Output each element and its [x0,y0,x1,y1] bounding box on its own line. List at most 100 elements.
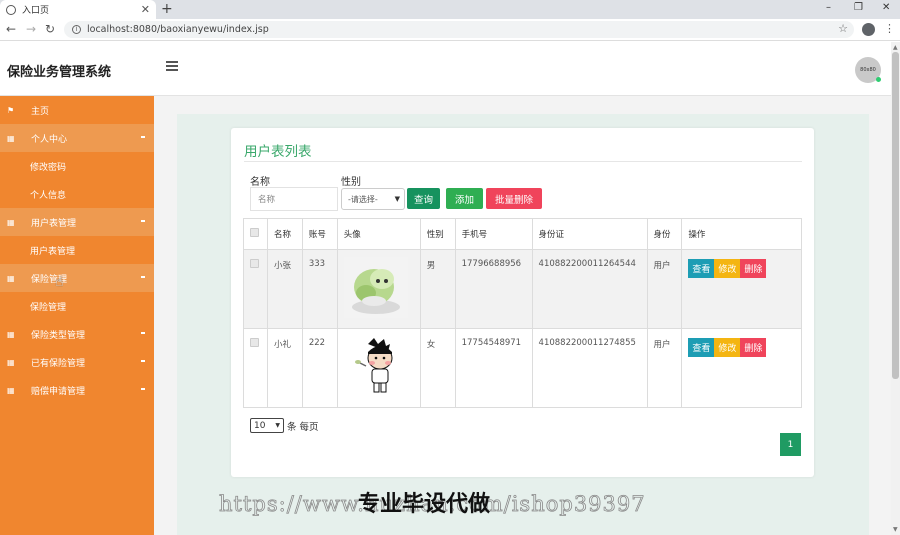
page-size-value: 10 [254,420,266,431]
cell-role: 用户 [646,249,683,329]
batch-delete-button[interactable]: 批量删除 [486,188,542,209]
browser-menu-icon[interactable]: ⋮ [884,22,895,35]
sidebar-item-insurance-type[interactable]: ▦ 保险类型管理 [0,320,154,348]
grid-icon: ▦ [7,273,15,283]
forward-icon[interactable]: → [26,22,36,36]
sidebar-item-existing-insurance[interactable]: ▦ 已有保险管理 [0,348,154,376]
cell-name: 小张 [266,249,303,329]
cell-avatar [336,249,421,329]
view-button[interactable]: 查看 [688,259,715,278]
gender-select[interactable]: -请选择- ▼ [341,188,405,210]
browser-tab[interactable]: 入口页 ✕ [0,0,156,19]
sidebar-subitem-user-management[interactable]: 用户表管理 [0,236,154,264]
minimize-button[interactable]: – [826,0,831,16]
hand-cursor-icon: ☝ [55,274,64,290]
edit-button[interactable]: 修改 [714,338,741,357]
cell-account: 333 [301,249,338,329]
flag-icon: ⚑ [7,105,15,115]
caret-icon [141,388,145,390]
sidebar-item-user-management[interactable]: ▦ 用户表管理 [0,208,154,236]
column-header: 名称 [266,218,303,250]
name-label: 名称 [250,177,270,188]
sidebar-subitem-change-password[interactable]: 修改密码 [0,152,154,180]
sidebar-item-home[interactable]: ⚑ 主页 [0,96,154,124]
avatar-image-cartoon-boy [344,336,408,398]
delete-button[interactable]: 删除 [740,338,767,357]
cell-avatar [336,328,421,408]
sidebar: ⚑ 主页 ▦ 个人中心 修改密码 个人信息 ▦ 用户表管理 用户表管理 ▦ 保险… [0,96,154,535]
gender-label: 性别 [341,177,361,188]
window-close-button[interactable]: ✕ [882,0,890,16]
sidebar-item-label: 赔偿申请管理 [31,386,86,397]
page-scrollbar[interactable]: ▲ ▼ [891,42,900,535]
pagination-page-1[interactable]: 1 [780,433,801,456]
sidebar-item-label: 用户表管理 [31,218,77,229]
header-select-all[interactable] [243,218,268,250]
app-header: 保险业务管理系统 80x80 [0,42,891,96]
grid-icon: ▦ [7,133,15,143]
cell-gender: 男 [419,249,456,329]
watermark-text: 专业毕设代做 [358,492,491,517]
info-icon[interactable]: i [72,25,81,34]
page-size-select[interactable]: 10 ▼ [250,418,284,433]
new-tab-button[interactable]: + [161,0,173,18]
brand-title: 保险业务管理系统 [7,65,112,80]
online-status-dot [876,77,881,82]
caret-icon [141,332,145,334]
table-row: 小张 333 男 17796688956 410882200011264544 … [243,249,802,329]
cell-actions: 查看 修改 删除 [681,328,802,408]
column-header: 身份 [646,218,683,250]
sidebar-item-label: 保险类型管理 [31,330,86,341]
menu-toggle-icon[interactable] [166,61,178,71]
maximize-button[interactable]: ❐ [854,0,863,16]
scrollbar-thumb[interactable] [892,52,899,379]
bookmark-star-icon[interactable]: ☆ [838,22,848,35]
column-header: 操作 [681,218,802,250]
cell-phone: 17796688956 [454,249,533,329]
table-header-row: 名称 账号 头像 性别 手机号 身份证 身份 操作 [243,218,802,250]
view-button[interactable]: 查看 [688,338,715,357]
sidebar-subitem-personal-info[interactable]: 个人信息 [0,180,154,208]
row-checkbox[interactable] [250,259,259,268]
edit-button[interactable]: 修改 [714,259,741,278]
query-button[interactable]: 查询 [407,188,440,209]
sidebar-item-label: 主页 [31,106,50,117]
caret-icon [141,276,145,278]
profile-icon[interactable] [862,23,875,36]
row-checkbox[interactable] [250,338,259,347]
grid-icon: ▦ [7,357,15,367]
cell-id-card: 410882200011264544 [531,249,648,329]
cabbage-illustration [351,269,400,314]
avatar-placeholder-text: 80x80 [860,67,876,73]
back-icon[interactable]: ← [6,22,16,36]
scroll-up-icon[interactable]: ▲ [893,44,898,51]
tab-title: 入口页 [22,6,50,16]
cell-gender: 女 [419,328,456,408]
grid-icon: ▦ [7,217,15,227]
scroll-down-icon[interactable]: ▼ [893,526,898,533]
name-search-input[interactable]: 名称 [250,187,338,211]
cell-phone: 17754548971 [454,328,533,408]
row-select-cell[interactable] [243,328,268,408]
sidebar-item-personal-center[interactable]: ▦ 个人中心 [0,124,154,152]
delete-button[interactable]: 删除 [740,259,767,278]
cell-name: 小礼 [266,328,303,408]
browser-tabbar: 入口页 ✕ + – ❐ ✕ [0,0,900,19]
add-button[interactable]: 添加 [446,188,483,209]
sidebar-item-insurance-management[interactable]: ▦ 保险管理 [0,264,154,292]
row-select-cell[interactable] [243,249,268,329]
tab-close-icon[interactable]: ✕ [141,3,150,16]
select-all-checkbox[interactable] [250,228,259,237]
sidebar-subitem-insurance-management[interactable]: 保险管理 [0,292,154,320]
user-list-card: 用户表列表 名称 名称 性别 -请选择- ▼ 查询 添加 批量删除 名称 账号 … [231,128,814,477]
url-text: localhost:8080/baoxianyewu/index.jsp [87,24,269,35]
reload-icon[interactable]: ↻ [45,22,55,36]
column-header: 手机号 [454,218,533,250]
avatar[interactable]: 80x80 [855,57,881,83]
column-header: 身份证 [531,218,648,250]
sidebar-item-claims[interactable]: ▦ 赔偿申请管理 [0,376,154,404]
url-field[interactable]: i localhost:8080/baoxianyewu/index.jsp ☆ [64,21,854,38]
cell-account: 222 [301,328,338,408]
cell-role: 用户 [646,328,683,408]
chevron-down-icon: ▼ [275,422,280,429]
